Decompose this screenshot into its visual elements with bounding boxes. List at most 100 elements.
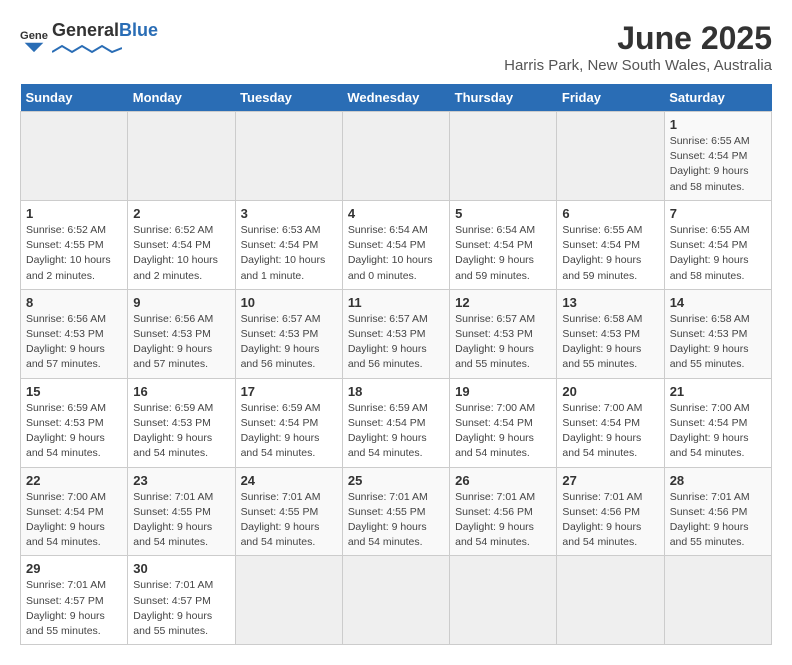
calendar-cell: 23Sunrise: 7:01 AM Sunset: 4:55 PM Dayli… <box>128 467 235 556</box>
day-number: 15 <box>26 384 122 399</box>
calendar-cell <box>235 556 342 645</box>
weekday-header-thursday: Thursday <box>450 84 557 112</box>
calendar-cell: 4 Sunrise: 6:54 AM Sunset: 4:54 PM Daylig… <box>342 200 449 289</box>
calendar-subtitle: Harris Park, New South Wales, Australia <box>504 57 772 74</box>
day-number: 1 <box>26 206 122 221</box>
calendar-cell <box>342 556 449 645</box>
day-number: 10 <box>241 295 337 310</box>
day-number: 8 <box>26 295 122 310</box>
day-detail: Sunrise: 6:52 AM Sunset: 4:54 PM Dayligh… <box>133 223 229 284</box>
calendar-cell <box>21 112 128 201</box>
day-number: 22 <box>26 473 122 488</box>
day-detail: Sunrise: 6:52 AM Sunset: 4:55 PM Dayligh… <box>26 223 122 284</box>
title-area: June 2025 Harris Park, New South Wales, … <box>504 20 772 74</box>
day-detail: Sunrise: 6:57 AM Sunset: 4:53 PM Dayligh… <box>348 312 444 373</box>
calendar-cell <box>450 556 557 645</box>
day-number: 20 <box>562 384 658 399</box>
day-number: 16 <box>133 384 229 399</box>
day-detail: Sunrise: 6:59 AM Sunset: 4:54 PM Dayligh… <box>348 401 444 462</box>
day-detail: Sunrise: 7:00 AM Sunset: 4:54 PM Dayligh… <box>670 401 766 462</box>
calendar-cell: 28Sunrise: 7:01 AM Sunset: 4:56 PM Dayli… <box>664 467 771 556</box>
logo-wave <box>52 44 122 54</box>
day-detail: Sunrise: 6:58 AM Sunset: 4:53 PM Dayligh… <box>562 312 658 373</box>
calendar-cell: 9 Sunrise: 6:56 AM Sunset: 4:53 PM Daylig… <box>128 289 235 378</box>
day-number: 7 <box>670 206 766 221</box>
calendar-table: SundayMondayTuesdayWednesdayThursdayFrid… <box>20 84 772 645</box>
day-detail: Sunrise: 7:01 AM Sunset: 4:55 PM Dayligh… <box>348 490 444 551</box>
day-detail: Sunrise: 6:55 AM Sunset: 4:54 PM Dayligh… <box>670 223 766 284</box>
day-number: 27 <box>562 473 658 488</box>
calendar-cell: 1 Sunrise: 6:52 AM Sunset: 4:55 PM Daylig… <box>21 200 128 289</box>
calendar-cell: 21 Sunrise: 7:00 AM Sunset: 4:54 PM Dayli… <box>664 378 771 467</box>
calendar-cell: 24Sunrise: 7:01 AM Sunset: 4:55 PM Dayli… <box>235 467 342 556</box>
calendar-cell: 17Sunrise: 6:59 AM Sunset: 4:54 PM Dayli… <box>235 378 342 467</box>
day-detail: Sunrise: 7:01 AM Sunset: 4:57 PM Dayligh… <box>133 578 229 639</box>
calendar-cell: 30 Sunrise: 7:01 AM Sunset: 4:57 PM Dayli… <box>128 556 235 645</box>
calendar-cell: 16 Sunrise: 6:59 AM Sunset: 4:53 PM Dayli… <box>128 378 235 467</box>
header: General General Blue June 2025 Harris Pa… <box>20 20 772 74</box>
calendar-cell: 7 Sunrise: 6:55 AM Sunset: 4:54 PM Daylig… <box>664 200 771 289</box>
day-detail: Sunrise: 7:01 AM Sunset: 4:56 PM Dayligh… <box>455 490 551 551</box>
calendar-cell: 5Sunrise: 6:54 AM Sunset: 4:54 PM Daylig… <box>450 200 557 289</box>
calendar-title: June 2025 <box>504 20 772 57</box>
day-detail: Sunrise: 6:59 AM Sunset: 4:53 PM Dayligh… <box>133 401 229 462</box>
calendar-cell: 12 Sunrise: 6:57 AM Sunset: 4:53 PM Dayli… <box>450 289 557 378</box>
day-detail: Sunrise: 7:01 AM Sunset: 4:57 PM Dayligh… <box>26 578 122 639</box>
logo-general: General <box>52 20 119 41</box>
calendar-cell <box>557 556 664 645</box>
week-row-6: 29Sunrise: 7:01 AM Sunset: 4:57 PM Dayli… <box>21 556 772 645</box>
day-number: 14 <box>670 295 766 310</box>
week-row-2: 1 Sunrise: 6:52 AM Sunset: 4:55 PM Daylig… <box>21 200 772 289</box>
calendar-cell <box>557 112 664 201</box>
day-number: 30 <box>133 561 229 576</box>
logo: General General Blue <box>20 20 158 59</box>
weekday-header-row: SundayMondayTuesdayWednesdayThursdayFrid… <box>21 84 772 112</box>
calendar-cell: 22 Sunrise: 7:00 AM Sunset: 4:54 PM Dayli… <box>21 467 128 556</box>
calendar-cell: 6 Sunrise: 6:55 AM Sunset: 4:54 PM Daylig… <box>557 200 664 289</box>
day-detail: Sunrise: 7:00 AM Sunset: 4:54 PM Dayligh… <box>455 401 551 462</box>
day-number: 12 <box>455 295 551 310</box>
calendar-cell: 13 Sunrise: 6:58 AM Sunset: 4:53 PM Dayli… <box>557 289 664 378</box>
logo-blue: Blue <box>119 20 158 41</box>
calendar-cell: 20Sunrise: 7:00 AM Sunset: 4:54 PM Dayli… <box>557 378 664 467</box>
day-detail: Sunrise: 6:55 AM Sunset: 4:54 PM Dayligh… <box>562 223 658 284</box>
calendar-cell <box>342 112 449 201</box>
calendar-cell: 25 Sunrise: 7:01 AM Sunset: 4:55 PM Dayli… <box>342 467 449 556</box>
day-detail: Sunrise: 6:56 AM Sunset: 4:53 PM Dayligh… <box>133 312 229 373</box>
day-number: 9 <box>133 295 229 310</box>
calendar-cell: 1Sunrise: 6:55 AM Sunset: 4:54 PM Daylig… <box>664 112 771 201</box>
day-detail: Sunrise: 7:01 AM Sunset: 4:55 PM Dayligh… <box>133 490 229 551</box>
day-detail: Sunrise: 7:00 AM Sunset: 4:54 PM Dayligh… <box>26 490 122 551</box>
weekday-header-monday: Monday <box>128 84 235 112</box>
day-detail: Sunrise: 6:54 AM Sunset: 4:54 PM Dayligh… <box>348 223 444 284</box>
day-detail: Sunrise: 6:53 AM Sunset: 4:54 PM Dayligh… <box>241 223 337 284</box>
calendar-cell <box>450 112 557 201</box>
weekday-header-sunday: Sunday <box>21 84 128 112</box>
day-number: 13 <box>562 295 658 310</box>
day-number: 4 <box>348 206 444 221</box>
calendar-cell: 10 Sunrise: 6:57 AM Sunset: 4:53 PM Dayli… <box>235 289 342 378</box>
day-detail: Sunrise: 6:55 AM Sunset: 4:54 PM Dayligh… <box>670 134 766 195</box>
day-detail: Sunrise: 6:56 AM Sunset: 4:53 PM Dayligh… <box>26 312 122 373</box>
calendar-cell: 19Sunrise: 7:00 AM Sunset: 4:54 PM Dayli… <box>450 378 557 467</box>
week-row-4: 15 Sunrise: 6:59 AM Sunset: 4:53 PM Dayli… <box>21 378 772 467</box>
calendar-cell: 8 Sunrise: 6:56 AM Sunset: 4:53 PM Daylig… <box>21 289 128 378</box>
day-number: 11 <box>348 295 444 310</box>
day-number: 17 <box>241 384 337 399</box>
day-number: 25 <box>348 473 444 488</box>
day-number: 6 <box>562 206 658 221</box>
day-detail: Sunrise: 6:57 AM Sunset: 4:53 PM Dayligh… <box>241 312 337 373</box>
weekday-header-tuesday: Tuesday <box>235 84 342 112</box>
week-row-1: 1Sunrise: 6:55 AM Sunset: 4:54 PM Daylig… <box>21 112 772 201</box>
weekday-header-wednesday: Wednesday <box>342 84 449 112</box>
logo-icon: General <box>20 26 48 54</box>
day-detail: Sunrise: 6:57 AM Sunset: 4:53 PM Dayligh… <box>455 312 551 373</box>
day-number: 24 <box>241 473 337 488</box>
svg-text:General: General <box>20 30 48 42</box>
day-number: 26 <box>455 473 551 488</box>
calendar-cell <box>664 556 771 645</box>
calendar-cell: 2Sunrise: 6:52 AM Sunset: 4:54 PM Daylig… <box>128 200 235 289</box>
day-number: 18 <box>348 384 444 399</box>
week-row-3: 8 Sunrise: 6:56 AM Sunset: 4:53 PM Daylig… <box>21 289 772 378</box>
day-number: 21 <box>670 384 766 399</box>
